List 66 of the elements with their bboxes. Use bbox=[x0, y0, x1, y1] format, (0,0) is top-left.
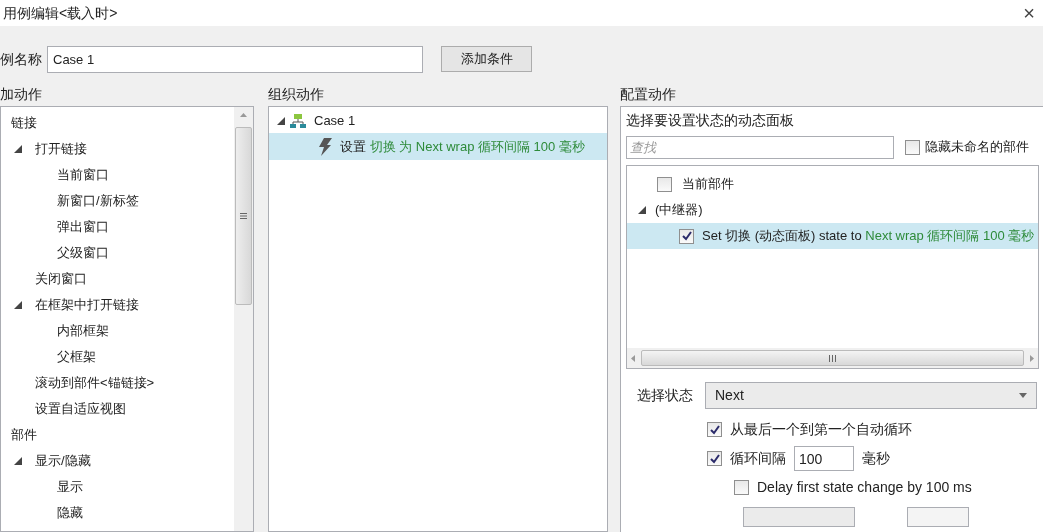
case-label[interactable]: Case 1 bbox=[314, 111, 356, 131]
tree-item[interactable]: 父框架 bbox=[57, 347, 96, 367]
checkbox-label: 隐藏未命名的部件 bbox=[925, 138, 1029, 157]
checkbox[interactable] bbox=[734, 480, 749, 495]
field-label: 选择状态 bbox=[637, 385, 694, 405]
dropdown-caret-icon bbox=[1019, 392, 1027, 398]
unit-label: 毫秒 bbox=[862, 449, 890, 468]
scroll-right-icon[interactable] bbox=[1030, 354, 1034, 362]
tree-item[interactable]: 关闭窗口 bbox=[35, 269, 87, 289]
scroll-thumb[interactable] bbox=[235, 127, 252, 305]
section-header: 组织动作 bbox=[268, 85, 325, 104]
case-tree-icon bbox=[290, 114, 306, 128]
expanded-arrow-icon[interactable] bbox=[14, 145, 22, 153]
tree-item[interactable]: 在框架中打开链接 bbox=[35, 295, 139, 315]
field-label: 例名称 bbox=[0, 49, 43, 69]
checkbox-label: 循环间隔 bbox=[730, 449, 786, 468]
action-text: 设置 切换 为 Next wrap 循环间隔 100 毫秒 bbox=[340, 137, 585, 156]
grip-icon bbox=[240, 213, 247, 219]
tree-item[interactable]: 显示 bbox=[57, 477, 83, 497]
case-name-field[interactable]: Case 1 bbox=[47, 45, 423, 73]
lightning-icon bbox=[318, 137, 332, 156]
state-dropdown[interactable]: Next bbox=[705, 381, 1037, 409]
checkbox[interactable] bbox=[707, 451, 722, 466]
tree-item[interactable]: 父级窗口 bbox=[57, 243, 109, 263]
checkbox-label: 从最后一个到第一个自动循环 bbox=[730, 420, 912, 439]
tree-item[interactable]: 弹出窗口 bbox=[57, 217, 109, 237]
scroll-left-icon[interactable] bbox=[631, 354, 635, 362]
expanded-arrow-icon[interactable] bbox=[14, 301, 22, 309]
tree-item[interactable]: 显示/隐藏 bbox=[35, 451, 91, 471]
widget-row[interactable]: Set 切换 (动态面板) state to Next wrap 循环间隔 100 毫秒 bbox=[627, 223, 1038, 249]
scroll-thumb[interactable] bbox=[641, 350, 1024, 366]
checkbox[interactable] bbox=[707, 422, 722, 437]
tree-item[interactable]: 设置自适应视图 bbox=[35, 399, 126, 419]
duration-field[interactable] bbox=[907, 507, 969, 527]
close-button[interactable]: × bbox=[1023, 3, 1035, 23]
checkbox[interactable] bbox=[657, 176, 672, 192]
tree-item[interactable]: 打开链接 bbox=[35, 139, 87, 159]
widget-text: Set 切换 (动态面板) state to Next wrap 循环间隔 100 毫秒 bbox=[702, 227, 1035, 246]
tree-item[interactable]: 内部框架 bbox=[57, 321, 109, 341]
section-header: 加动作 bbox=[0, 85, 43, 104]
animation-dropdown[interactable] bbox=[743, 507, 855, 527]
tree-item[interactable]: 滚动到部件<锚链接> bbox=[35, 373, 155, 393]
expanded-arrow-icon[interactable] bbox=[277, 117, 285, 125]
checkbox[interactable] bbox=[905, 139, 920, 155]
scrollbar[interactable] bbox=[234, 107, 253, 531]
search-field[interactable]: 查找 bbox=[626, 135, 894, 159]
checkbox-label: Delay first state change by 100 ms bbox=[757, 478, 972, 497]
panel-title: 选择要设置状态的动态面板 bbox=[626, 111, 795, 130]
expanded-arrow-icon[interactable] bbox=[638, 206, 646, 214]
expanded-arrow-icon[interactable] bbox=[14, 457, 22, 465]
action-row[interactable]: 设置 切换 为 Next wrap 循环间隔 100 毫秒 bbox=[269, 133, 607, 160]
tree-item[interactable]: 隐藏 bbox=[57, 503, 83, 523]
checkbox[interactable] bbox=[679, 228, 694, 244]
tree-item[interactable]: 当前部件 bbox=[682, 174, 734, 194]
horizontal-scrollbar[interactable] bbox=[627, 348, 1038, 368]
scroll-up-icon[interactable] bbox=[240, 113, 247, 117]
add-condition-button[interactable]: 添加条件 bbox=[441, 46, 532, 72]
window-title: 用例编辑<载入时> bbox=[2, 3, 118, 23]
grip-icon bbox=[829, 354, 836, 362]
section-header: 配置动作 bbox=[620, 85, 677, 104]
tree-item[interactable]: 当前窗口 bbox=[57, 165, 109, 185]
interval-field[interactable]: 100 bbox=[794, 446, 854, 471]
tree-item[interactable]: (中继器) bbox=[655, 200, 703, 220]
tree-item[interactable]: 新窗口/新标签 bbox=[57, 191, 139, 211]
tree-item[interactable]: 链接 bbox=[11, 113, 37, 133]
tree-item[interactable]: 部件 bbox=[11, 425, 37, 445]
